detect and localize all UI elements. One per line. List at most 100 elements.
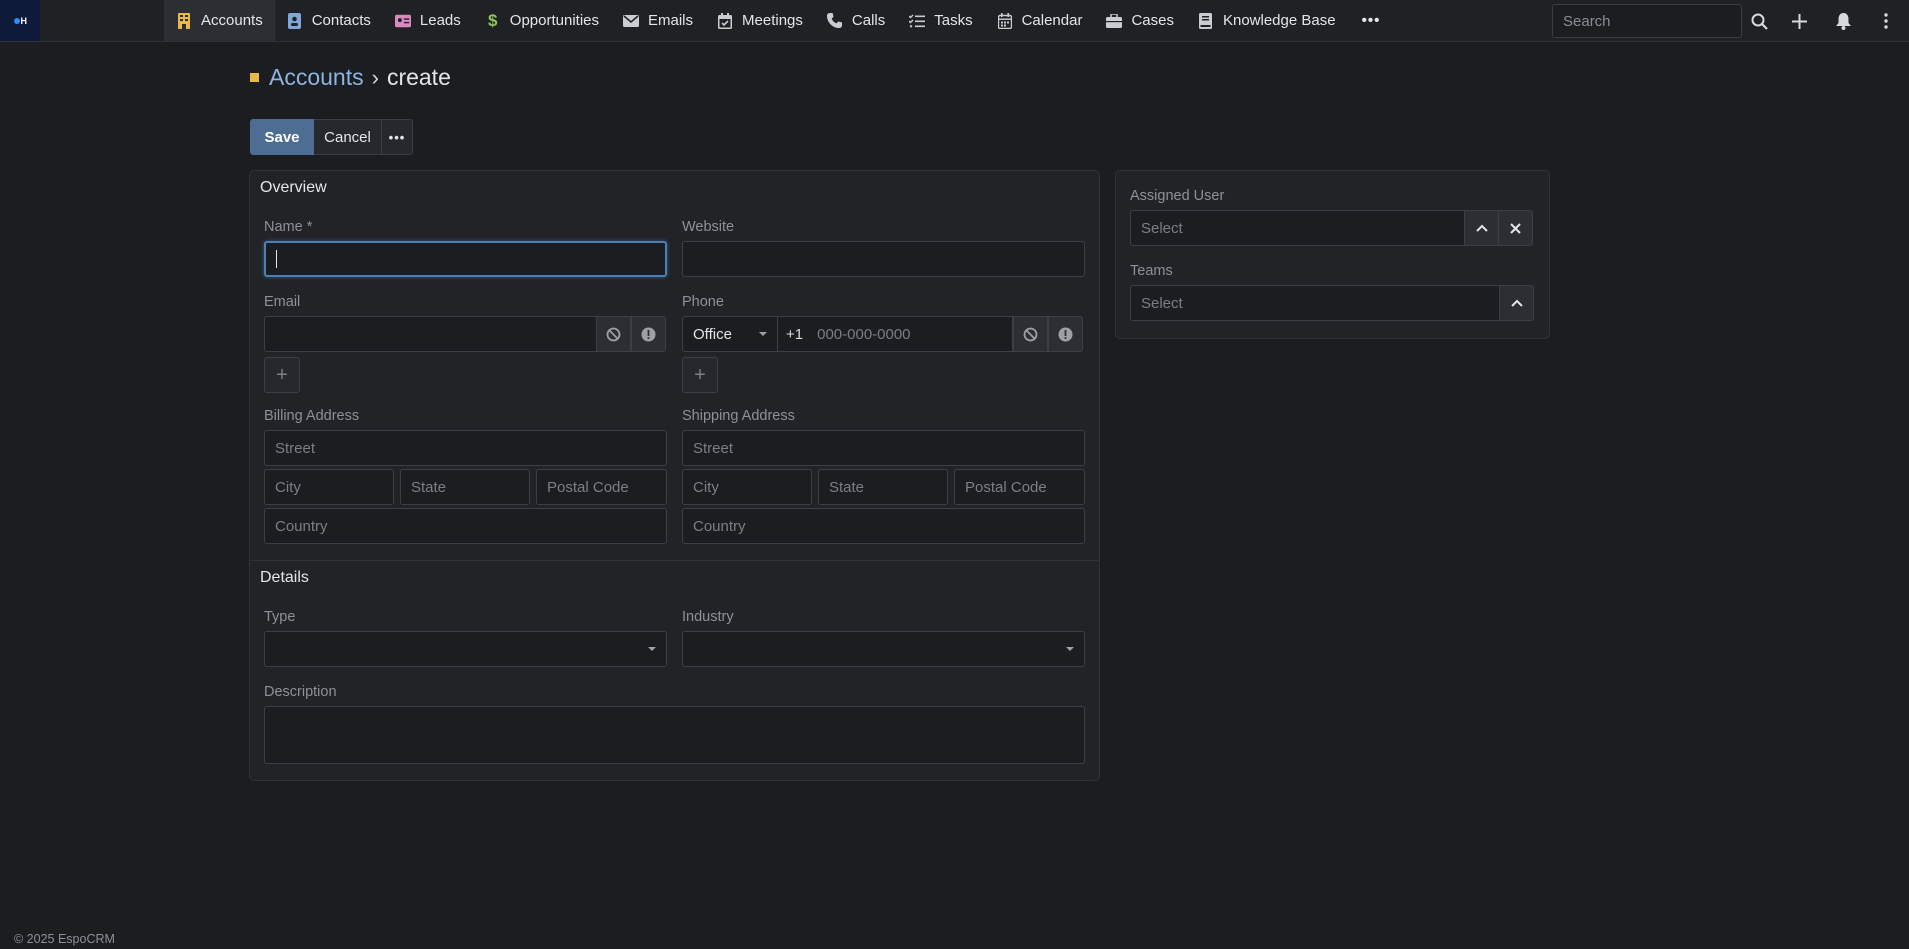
shipping-city-input[interactable]: City xyxy=(682,469,812,505)
nav-item-tasks[interactable]: Tasks xyxy=(897,0,984,41)
billing-postal-code-input[interactable]: Postal Code xyxy=(536,469,667,505)
nav-item-meetings[interactable]: Meetings xyxy=(705,0,815,41)
nav-item-calls[interactable]: Calls xyxy=(815,0,897,41)
nav-item-opportunities[interactable]: $ Opportunities xyxy=(473,0,611,41)
nav-label: Meetings xyxy=(742,12,803,29)
teams-label: Teams xyxy=(1130,263,1173,279)
nav-label: Accounts xyxy=(201,12,263,29)
assigned-user-clear-button[interactable] xyxy=(1498,210,1533,246)
industry-select[interactable] xyxy=(682,631,1085,667)
assigned-user-select-button[interactable] xyxy=(1464,210,1499,246)
caret-down-icon xyxy=(759,332,767,336)
teams-select-button[interactable] xyxy=(1499,285,1534,321)
shipping-postal-code-input[interactable]: Postal Code xyxy=(954,469,1085,505)
ban-icon xyxy=(606,327,621,341)
nav-item-cases[interactable]: Cases xyxy=(1094,0,1186,41)
teams-input[interactable]: Select xyxy=(1130,285,1500,321)
shipping-state-input[interactable]: State xyxy=(818,469,948,505)
plus-icon: + xyxy=(276,363,288,386)
billing-address-label: Billing Address xyxy=(264,408,360,424)
book-icon xyxy=(1198,12,1214,29)
overview-heading: Overview xyxy=(260,179,327,196)
assigned-user-input[interactable]: Select xyxy=(1130,210,1465,246)
placeholder: State xyxy=(829,478,865,496)
description-textarea[interactable] xyxy=(264,706,1085,764)
add-email-button[interactable]: + xyxy=(264,357,300,393)
footer-copyright: © 2025 EspoCRM xyxy=(14,932,115,946)
main-form-panel: Overview Name * Website Email + Phone Of… xyxy=(249,170,1100,781)
phone-number-input[interactable]: +1 000-000-0000 xyxy=(777,316,1013,352)
plus-icon[interactable] xyxy=(1788,10,1810,32)
placeholder: Country xyxy=(693,517,746,535)
shipping-street-input[interactable]: Street xyxy=(682,430,1085,466)
placeholder: Select xyxy=(1141,294,1183,312)
phone-label: Phone xyxy=(682,294,724,310)
phone-type-value: Office xyxy=(693,325,732,343)
nav-item-contacts[interactable]: Contacts xyxy=(275,0,383,41)
name-label: Name * xyxy=(264,219,313,235)
email-input[interactable] xyxy=(264,316,597,352)
kebab-menu-icon[interactable] xyxy=(1875,10,1897,32)
nav-label: Calendar xyxy=(1021,12,1083,29)
entity-color-icon xyxy=(250,73,259,82)
placeholder: Select xyxy=(1141,219,1183,237)
nav-label: Opportunities xyxy=(509,12,599,29)
chevron-up-icon xyxy=(1510,299,1523,307)
page-title: create xyxy=(386,64,451,90)
nav-label: Cases xyxy=(1131,12,1174,29)
more-actions-button[interactable]: ••• xyxy=(382,119,413,155)
search-icon[interactable] xyxy=(1748,10,1770,32)
app-logo[interactable]: H xyxy=(0,0,40,41)
nav-item-knowledge-base[interactable]: Knowledge Base xyxy=(1186,0,1348,41)
placeholder: Postal Code xyxy=(965,478,1047,496)
bell-icon[interactable] xyxy=(1832,10,1854,32)
email-invalid-button[interactable] xyxy=(631,316,666,352)
website-input[interactable] xyxy=(682,241,1085,277)
placeholder: City xyxy=(693,478,719,496)
cancel-button[interactable]: Cancel xyxy=(314,119,382,155)
billing-state-input[interactable]: State xyxy=(400,469,530,505)
billing-city-input[interactable]: City xyxy=(264,469,394,505)
logo-globe-icon xyxy=(13,17,20,24)
nav-item-calendar[interactable]: Calendar xyxy=(985,0,1095,41)
industry-label: Industry xyxy=(682,609,734,625)
top-navbar: H Accounts Contacts Leads $ Opportunitie… xyxy=(0,0,1909,42)
billing-street-input[interactable]: Street xyxy=(264,430,667,466)
shipping-address-label: Shipping Address xyxy=(682,408,795,424)
action-buttons: Save Cancel ••• xyxy=(250,119,413,155)
breadcrumb-accounts-link[interactable]: Accounts xyxy=(269,64,364,91)
phone-country-code: +1 xyxy=(786,325,804,343)
nav-item-accounts[interactable]: Accounts xyxy=(164,0,275,41)
assigned-user-label: Assigned User xyxy=(1130,188,1225,204)
billing-country-input[interactable]: Country xyxy=(264,508,667,544)
phone-opt-out-button[interactable] xyxy=(1013,316,1048,352)
nav-item-emails[interactable]: Emails xyxy=(611,0,705,41)
nav-label: Knowledge Base xyxy=(1222,12,1336,29)
section-divider xyxy=(250,560,1099,561)
nav-label: Emails xyxy=(648,12,694,29)
calendar-icon xyxy=(997,12,1013,29)
ban-icon xyxy=(1023,327,1038,341)
nav-label: Leads xyxy=(419,12,461,29)
briefcase-icon xyxy=(1106,13,1123,29)
nav-item-leads[interactable]: Leads xyxy=(383,0,473,41)
shipping-country-input[interactable]: Country xyxy=(682,508,1085,544)
save-button[interactable]: Save xyxy=(250,119,314,155)
phone-type-select[interactable]: Office xyxy=(682,316,778,352)
phone-icon xyxy=(827,13,843,29)
add-phone-button[interactable]: + xyxy=(682,357,718,393)
phone-invalid-button[interactable] xyxy=(1048,316,1083,352)
name-input[interactable] xyxy=(264,241,667,277)
breadcrumb-separator: › xyxy=(371,64,379,90)
type-select[interactable] xyxy=(264,631,667,667)
type-label: Type xyxy=(264,609,296,625)
nav-more-button[interactable]: ••• xyxy=(1348,0,1395,41)
chevron-up-icon xyxy=(1475,224,1488,232)
placeholder: Street xyxy=(693,439,734,457)
global-search-input[interactable] xyxy=(1552,4,1742,38)
placeholder: City xyxy=(275,478,301,496)
email-opt-out-button[interactable] xyxy=(596,316,631,352)
phone-placeholder: 000-000-0000 xyxy=(817,325,911,343)
caret-down-icon xyxy=(1066,647,1074,651)
nav-label: Calls xyxy=(851,12,886,29)
